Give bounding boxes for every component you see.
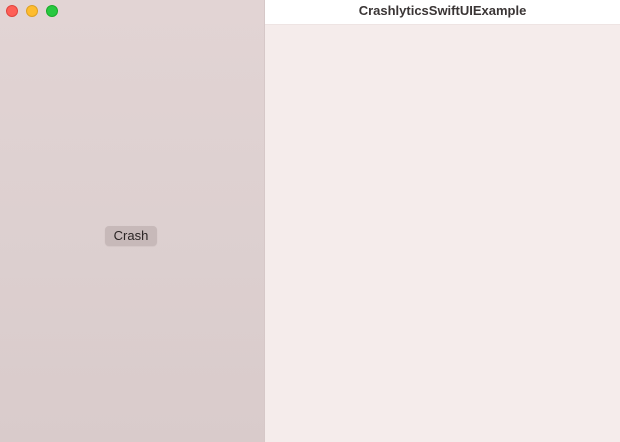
detail-pane: CrashlyticsSwiftUIExample: [265, 0, 620, 442]
sidebar: Crash: [0, 0, 265, 442]
window-title: CrashlyticsSwiftUIExample: [358, 3, 527, 18]
minimize-window-button[interactable]: [26, 5, 38, 17]
window-controls: [6, 5, 58, 17]
app-window: Crash CrashlyticsSwiftUIExample: [0, 0, 620, 442]
close-window-button[interactable]: [6, 5, 18, 17]
title-bar: CrashlyticsSwiftUIExample: [265, 0, 620, 25]
zoom-window-button[interactable]: [46, 5, 58, 17]
crash-button[interactable]: Crash: [105, 226, 157, 246]
